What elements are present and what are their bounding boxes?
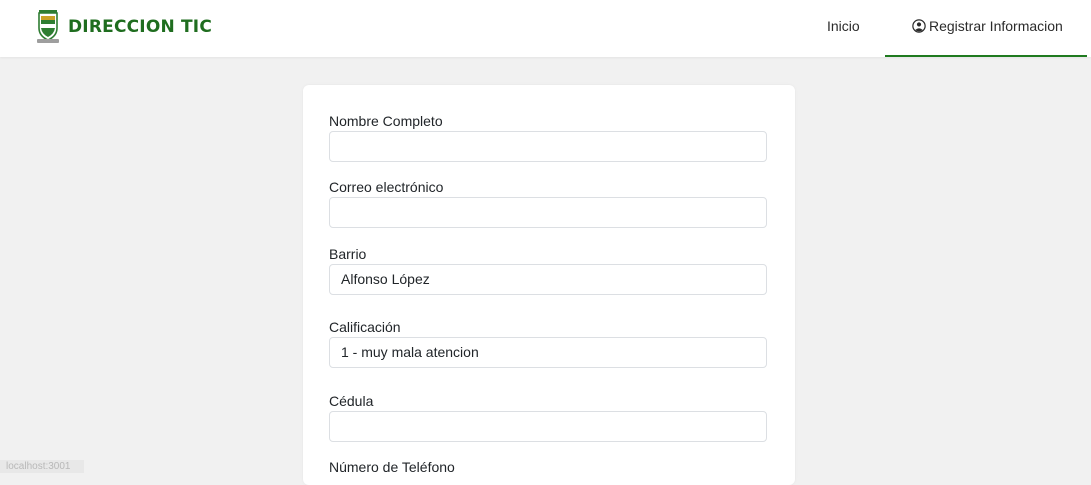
correo-input[interactable] — [329, 197, 767, 228]
nav-registrar-label: Registrar Informacion — [929, 18, 1063, 34]
nombre-input[interactable] — [329, 131, 767, 162]
correo-label: Correo electrónico — [329, 179, 444, 195]
calificacion-label: Calificación — [329, 319, 401, 335]
brand-title: DIRECCION TIC — [68, 17, 213, 37]
crest-shield-icon — [37, 10, 59, 43]
barrio-label: Barrio — [329, 246, 367, 262]
cedula-input[interactable] — [329, 411, 767, 442]
user-circle-icon — [912, 19, 926, 33]
cedula-label: Cédula — [329, 393, 374, 409]
nombre-label: Nombre Completo — [329, 113, 443, 129]
calificacion-input[interactable]: 1 - muy mala atencion — [329, 337, 767, 368]
localhost-watermark: localhost:3001 — [0, 460, 84, 473]
brand[interactable]: DIRECCION TIC — [37, 10, 212, 44]
top-navbar: DIRECCION TIC Inicio Registrar Informaci… — [0, 0, 1091, 57]
nav-registrar-link[interactable]: Registrar Informacion — [885, 0, 1087, 57]
nav-inicio-link[interactable]: Inicio — [827, 18, 860, 34]
registration-form-card: Nombre Completo Correo electrónico Barri… — [303, 85, 795, 485]
barrio-input[interactable]: Alfonso López — [329, 264, 767, 295]
